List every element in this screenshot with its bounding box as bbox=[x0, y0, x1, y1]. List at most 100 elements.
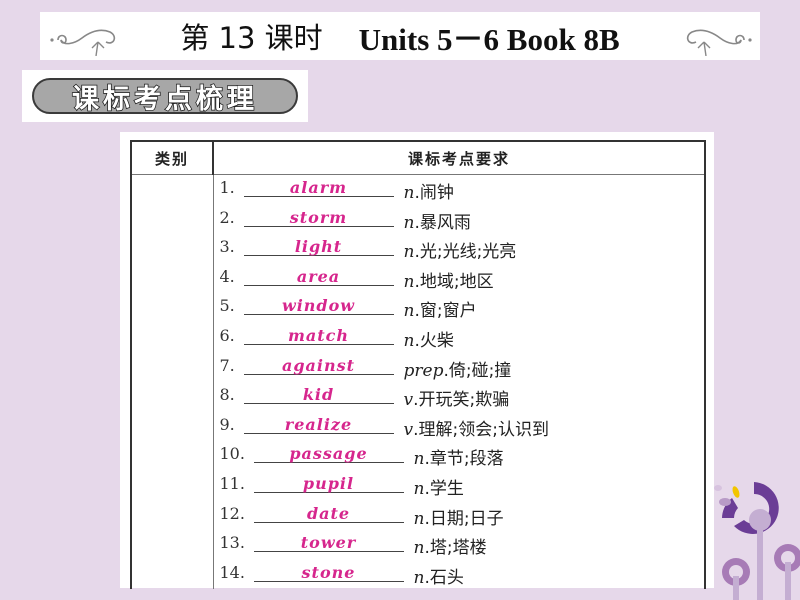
answer-blank[interactable]: area bbox=[243, 264, 394, 286]
answer-blank[interactable]: alarm bbox=[243, 175, 394, 197]
part-of-speech: n bbox=[403, 242, 415, 263]
answer-word: date bbox=[306, 503, 351, 523]
definition: v.开玩笑;欺骗 bbox=[404, 385, 510, 410]
meaning: .日期;日子 bbox=[424, 508, 504, 529]
vocab-item: 4. area n.地域;地区 bbox=[214, 264, 705, 294]
item-number: 7. bbox=[219, 355, 235, 375]
part-of-speech: n bbox=[413, 478, 425, 499]
item-number: 5. bbox=[219, 296, 235, 316]
part-of-speech: n bbox=[413, 508, 425, 529]
item-number: 13. bbox=[219, 533, 245, 553]
vocab-table: 类别 课标考点要求 1. alarm n.闹钟 2. storm n.暴风雨 3. light… bbox=[130, 140, 706, 590]
answer-word: storm bbox=[289, 207, 348, 227]
answer-word: match bbox=[287, 325, 350, 345]
units-label: Units 5－6 Book 8B bbox=[358, 21, 620, 57]
part-of-speech: n bbox=[413, 567, 425, 588]
title-bar: 第 13 课时 Units 5－6 Book 8B bbox=[40, 12, 760, 60]
answer-word: light bbox=[294, 237, 343, 257]
definition: n.闹钟 bbox=[404, 178, 454, 203]
answer-word: kid bbox=[302, 385, 335, 405]
vocab-item: 6. match n.火柴 bbox=[214, 323, 705, 353]
definition: n.章节;段落 bbox=[414, 444, 504, 469]
answer-blank[interactable]: pupil bbox=[253, 471, 404, 493]
lesson-title: 第 13 课时 Units 5－6 Book 8B bbox=[40, 12, 760, 60]
meaning: .窗;窗户 bbox=[414, 301, 477, 322]
part-of-speech: prep bbox=[403, 360, 444, 381]
answer-word: against bbox=[281, 355, 356, 375]
lesson-number: 第 13 课时 bbox=[180, 21, 323, 55]
vocab-item: 9. realize v.理解;领会;认识到 bbox=[214, 412, 705, 442]
vocab-item: 11. pupil n.学生 bbox=[214, 471, 705, 501]
part-of-speech: n bbox=[403, 183, 415, 203]
definition: n.窗;窗户 bbox=[404, 296, 477, 321]
item-number: 6. bbox=[219, 325, 235, 345]
answer-blank[interactable]: tower bbox=[253, 530, 404, 553]
answer-blank[interactable]: light bbox=[243, 234, 394, 257]
meaning: .开玩笑;欺骗 bbox=[413, 390, 510, 411]
definition: n.火柴 bbox=[404, 326, 454, 351]
item-number: 1. bbox=[219, 178, 235, 197]
meaning: .石头 bbox=[424, 567, 464, 588]
vocab-item: 5. window n.窗;窗户 bbox=[214, 293, 705, 323]
part-of-speech: n bbox=[413, 449, 425, 470]
part-of-speech: n bbox=[403, 271, 415, 292]
answer-blank[interactable]: stone bbox=[253, 560, 404, 582]
answer-blank[interactable]: kid bbox=[243, 382, 394, 405]
vocab-item: 13. tower n.塔;塔楼 bbox=[214, 530, 705, 560]
part-of-speech: v bbox=[403, 390, 414, 411]
definition: n.学生 bbox=[414, 474, 464, 499]
part-of-speech: n bbox=[403, 301, 415, 322]
vocab-item: 1. alarm n.闹钟 bbox=[214, 175, 705, 205]
answer-word: pupil bbox=[302, 473, 355, 493]
section-badge: 课标考点梳理 bbox=[32, 78, 298, 116]
meaning: .章节;段落 bbox=[424, 449, 504, 470]
item-number: 11. bbox=[219, 473, 245, 493]
meaning: .塔;塔楼 bbox=[424, 538, 487, 559]
meaning: .地域;地区 bbox=[414, 271, 494, 292]
answer-blank[interactable]: passage bbox=[253, 441, 404, 464]
category-cell bbox=[130, 174, 214, 590]
answer-blank[interactable]: against bbox=[243, 353, 394, 375]
definition: n.塔;塔楼 bbox=[414, 533, 487, 558]
meaning: .闹钟 bbox=[414, 183, 454, 203]
part-of-speech: n bbox=[403, 212, 415, 233]
item-number: 8. bbox=[219, 385, 235, 405]
meaning: .倚;碰;撞 bbox=[443, 360, 512, 381]
items-cell: 1. alarm n.闹钟 2. storm n.暴风雨 3. light n.光;光线;光亮 4… bbox=[213, 174, 706, 590]
definition: n.石头 bbox=[414, 563, 464, 588]
column-header-requirements: 课标考点要求 bbox=[212, 140, 706, 175]
answer-blank[interactable]: realize bbox=[243, 412, 394, 434]
item-number: 9. bbox=[219, 414, 235, 434]
vocab-table-container: 类别 课标考点要求 1. alarm n.闹钟 2. storm n.暴风雨 3. light… bbox=[120, 132, 714, 590]
item-number: 14. bbox=[219, 562, 245, 582]
answer-blank[interactable]: storm bbox=[243, 205, 394, 227]
meaning: .暴风雨 bbox=[414, 212, 471, 233]
answer-blank[interactable]: window bbox=[243, 293, 394, 316]
part-of-speech: v bbox=[403, 419, 414, 440]
column-header-category: 类别 bbox=[130, 140, 214, 175]
vocab-item: 14. stone n.石头 bbox=[214, 560, 705, 590]
answer-word: window bbox=[281, 296, 356, 316]
answer-word: realize bbox=[284, 414, 353, 434]
vocab-item: 10. passage n.章节;段落 bbox=[214, 441, 705, 471]
answer-word: stone bbox=[301, 562, 356, 582]
item-number: 4. bbox=[219, 266, 235, 286]
item-number: 3. bbox=[219, 237, 235, 257]
section-header: 课标考点梳理 bbox=[22, 70, 308, 122]
section-label: 课标考点梳理 bbox=[71, 83, 258, 116]
meaning: .学生 bbox=[424, 478, 464, 499]
item-number: 2. bbox=[219, 207, 235, 227]
answer-blank[interactable]: match bbox=[243, 323, 394, 345]
answer-blank[interactable]: date bbox=[253, 501, 404, 523]
meaning: .火柴 bbox=[414, 330, 454, 351]
meaning: .光;光线;光亮 bbox=[414, 242, 517, 263]
part-of-speech: n bbox=[413, 538, 425, 559]
definition: n.地域;地区 bbox=[404, 267, 494, 292]
vocab-item: 12. date n.日期;日子 bbox=[214, 501, 705, 531]
meaning: .理解;领会;认识到 bbox=[413, 419, 549, 440]
item-number: 10. bbox=[219, 444, 245, 464]
vocab-item: 8. kid v.开玩笑;欺骗 bbox=[214, 382, 705, 412]
vocab-item: 3. light n.光;光线;光亮 bbox=[214, 234, 705, 264]
vocab-item: 7. against prep.倚;碰;撞 bbox=[214, 353, 705, 383]
ornament-right-icon bbox=[686, 29, 752, 56]
